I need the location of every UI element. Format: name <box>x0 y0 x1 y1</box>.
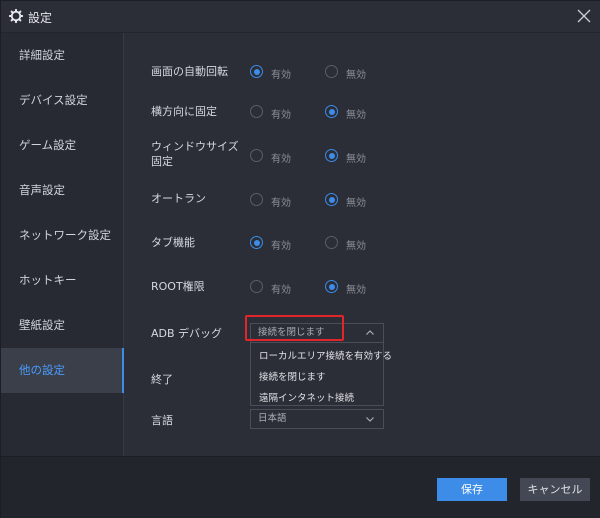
disabled-label: 無効 <box>346 241 366 252</box>
row-label-exit: 終了 <box>151 373 173 386</box>
autorun-disabled-radio[interactable] <box>325 193 338 206</box>
enabled-label: 有効 <box>271 70 291 81</box>
row-label-language: 言語 <box>151 414 173 427</box>
enabled-label: 有効 <box>271 198 291 209</box>
close-icon[interactable] <box>575 7 593 25</box>
sidebar-item-device[interactable]: デバイス設定 <box>1 78 124 123</box>
sidebar-item-hotkeys[interactable]: ホットキー <box>1 258 124 303</box>
enabled-label: 有効 <box>271 110 291 121</box>
row-label-autorun: オートラン <box>151 192 206 205</box>
disabled-label: 無効 <box>346 285 366 296</box>
lock-landscape-disabled-radio[interactable] <box>325 105 338 118</box>
lock-landscape-enabled-radio[interactable] <box>250 105 263 118</box>
row-label-line-2: 固定 <box>151 155 173 168</box>
auto-rotate-enabled-radio[interactable] <box>250 65 263 78</box>
enabled-label: 有効 <box>271 285 291 296</box>
sidebar-item-other[interactable]: 他の設定 <box>1 348 124 393</box>
auto-rotate-disabled-radio[interactable] <box>325 65 338 78</box>
chevron-down-icon <box>366 417 374 422</box>
cancel-button[interactable]: キャンセル <box>520 478 590 501</box>
row-label-fixed-window-size: ウィンドウサイズ 固定 <box>151 139 239 169</box>
autorun-enabled-radio[interactable] <box>250 193 263 206</box>
row-label-adb-debug: ADB デバッグ <box>151 327 223 340</box>
sidebar-item-network[interactable]: ネットワーク設定 <box>1 213 124 258</box>
adb-debug-value: 接続を閉じます <box>258 327 325 338</box>
fixed-window-size-enabled-radio[interactable] <box>250 149 263 162</box>
row-label-auto-rotate: 画面の自動回転 <box>151 65 228 78</box>
title-bar: 設定 <box>1 1 600 33</box>
tab-feature-disabled-radio[interactable] <box>325 236 338 249</box>
dropdown-option-remote-internet[interactable]: 遠隔インタネット接続 <box>259 390 354 404</box>
chevron-up-icon <box>366 330 374 335</box>
sidebar-item-wallpaper[interactable]: 壁紙設定 <box>1 303 124 348</box>
footer-bar: 保存 キャンセル <box>1 456 600 518</box>
gear-icon <box>9 9 23 23</box>
language-value: 日本語 <box>258 413 287 424</box>
tab-feature-enabled-radio[interactable] <box>250 236 263 249</box>
enabled-label: 有効 <box>271 154 291 165</box>
dropdown-option-close-connection[interactable]: 接続を閉じます <box>259 369 326 383</box>
window-title: 設定 <box>28 11 53 25</box>
adb-debug-select[interactable]: 接続を閉じます <box>250 323 384 343</box>
sidebar-item-advanced[interactable]: 詳細設定 <box>1 33 124 78</box>
disabled-label: 無効 <box>346 154 366 165</box>
root-access-disabled-radio[interactable] <box>325 280 338 293</box>
sidebar-item-audio[interactable]: 音声設定 <box>1 168 124 213</box>
settings-content: 画面の自動回転 有効 無効 横方向に固定 有効 無効 ウィンドウサイズ 固定 有… <box>125 33 600 456</box>
language-select[interactable]: 日本語 <box>250 409 384 429</box>
row-label-lock-landscape: 横方向に固定 <box>151 105 217 118</box>
disabled-label: 無効 <box>346 110 366 121</box>
save-button[interactable]: 保存 <box>437 478 507 501</box>
settings-window: 設定 詳細設定 デバイス設定 ゲーム設定 音声設定 ネットワーク設定 ホットキー… <box>0 0 600 518</box>
row-label-tab-feature: タブ機能 <box>151 236 195 249</box>
root-access-enabled-radio[interactable] <box>250 280 263 293</box>
row-label-line-1: ウィンドウサイズ <box>151 140 239 153</box>
settings-sidebar: 詳細設定 デバイス設定 ゲーム設定 音声設定 ネットワーク設定 ホットキー 壁紙… <box>1 33 124 456</box>
disabled-label: 無効 <box>346 198 366 209</box>
sidebar-item-game[interactable]: ゲーム設定 <box>1 123 124 168</box>
enabled-label: 有効 <box>271 241 291 252</box>
fixed-window-size-disabled-radio[interactable] <box>325 149 338 162</box>
disabled-label: 無効 <box>346 70 366 81</box>
adb-debug-dropdown: ローカルエリア接続を有効する 接続を閉じます 遠隔インタネット接続 <box>250 343 392 406</box>
row-label-root-access: ROOT権限 <box>151 280 205 293</box>
dropdown-option-local-area[interactable]: ローカルエリア接続を有効する <box>259 348 392 362</box>
